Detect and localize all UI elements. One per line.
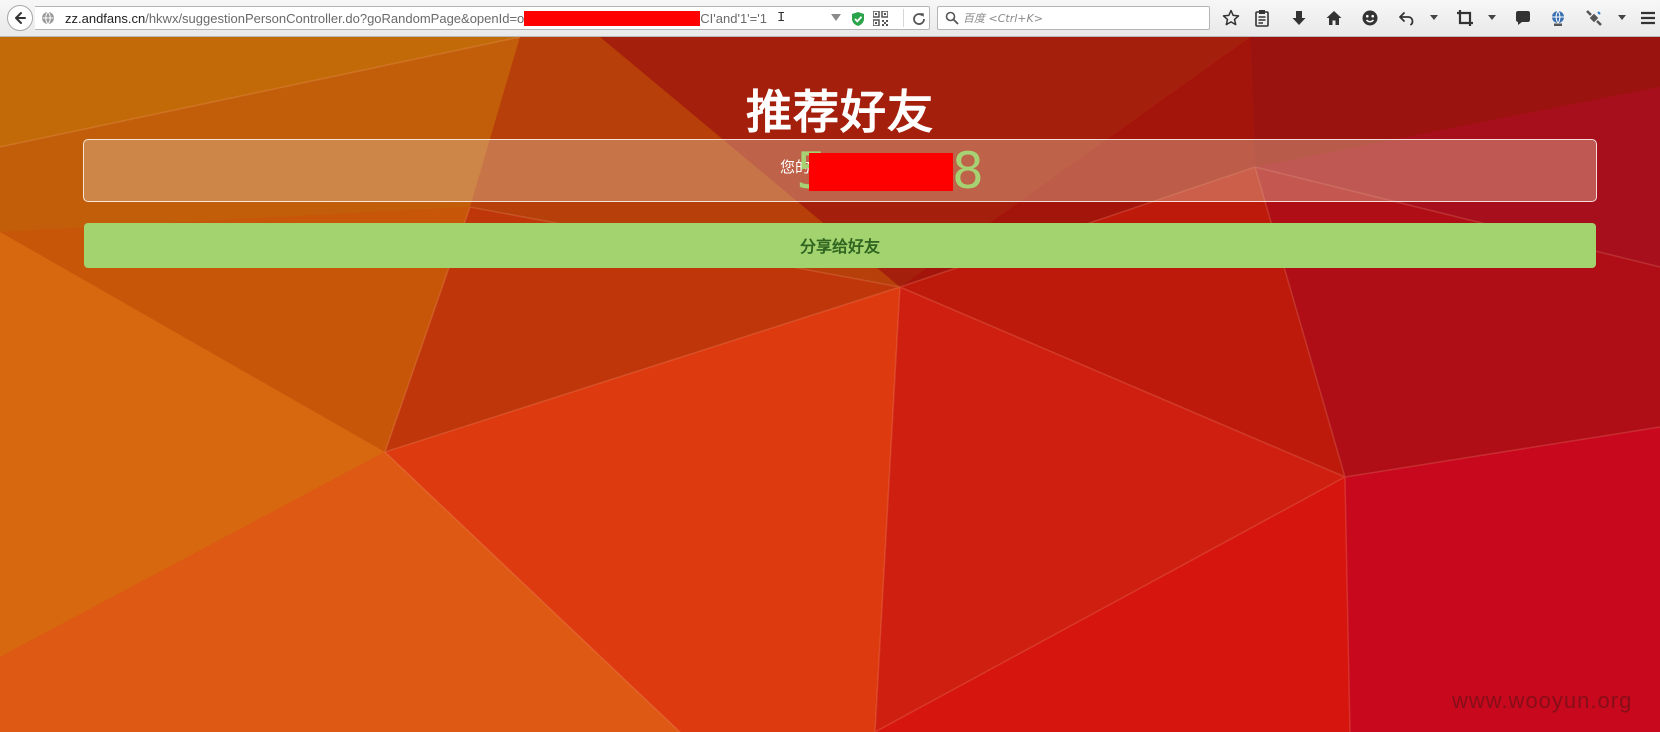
back-button[interactable]	[7, 5, 33, 31]
search-input[interactable]	[963, 9, 1203, 27]
undo-dropdown-icon[interactable]	[1430, 15, 1438, 20]
globe-icon	[42, 11, 54, 25]
text-cursor-icon: I	[777, 10, 786, 26]
undo-button[interactable]	[1396, 8, 1416, 28]
menu-button[interactable]	[1638, 8, 1658, 28]
extension-button[interactable]	[1584, 8, 1604, 28]
extension-dropdown-icon[interactable]	[1618, 15, 1626, 20]
referral-code-box: 您的推荐码： 5 8	[83, 139, 1597, 202]
divider	[903, 9, 904, 27]
reading-list-button[interactable]	[1252, 8, 1272, 28]
url-injection: CI'and'1'='1	[700, 11, 767, 26]
network-button[interactable]	[1548, 8, 1568, 28]
chat-button[interactable]	[1513, 8, 1533, 28]
arrow-left-icon	[15, 12, 26, 24]
satellite-icon	[1586, 10, 1602, 26]
referral-code-redaction	[809, 153, 953, 191]
globe-network-icon	[1552, 10, 1564, 26]
referral-code-last-digit: 8	[952, 142, 984, 200]
share-to-friends-button[interactable]: 分享给好友	[84, 223, 1596, 268]
url-text: zz.andfans.cn/hkwx/suggestionPersonContr…	[65, 11, 767, 26]
star-icon	[1222, 9, 1240, 26]
url-host: zz.andfans.cn	[65, 11, 146, 26]
bookmark-star-button[interactable]	[1221, 8, 1241, 28]
watermark: www.wooyun.org	[1452, 688, 1633, 713]
history-dropdown-icon[interactable]	[831, 14, 841, 21]
smiley-icon	[1362, 10, 1378, 26]
search-bar[interactable]	[937, 6, 1210, 30]
hamburger-menu-icon	[1641, 11, 1655, 25]
download-arrow-icon	[1292, 11, 1306, 25]
home-button[interactable]	[1324, 8, 1344, 28]
page-title: 推荐好友	[746, 85, 934, 139]
crop-icon	[1457, 10, 1473, 26]
browser-toolbar: zz.andfans.cn/hkwx/suggestionPersonContr…	[0, 0, 1660, 37]
emoji-button[interactable]	[1360, 8, 1380, 28]
url-redaction	[524, 11, 701, 26]
crop-dropdown-icon[interactable]	[1488, 15, 1496, 20]
shield-icon[interactable]	[851, 11, 865, 27]
search-icon	[945, 11, 959, 25]
clipboard-icon	[1255, 10, 1269, 27]
speech-bubble-icon	[1516, 11, 1530, 25]
home-icon	[1326, 11, 1342, 25]
screenshot-crop-button[interactable]	[1455, 8, 1475, 28]
url-path: /hkwx/suggestionPersonController.do?goRa…	[145, 11, 525, 26]
qr-code-icon[interactable]	[873, 11, 888, 26]
address-bar[interactable]: zz.andfans.cn/hkwx/suggestionPersonContr…	[35, 6, 930, 30]
reload-icon[interactable]	[911, 11, 927, 27]
downloads-button[interactable]	[1289, 8, 1309, 28]
undo-icon	[1399, 12, 1414, 26]
